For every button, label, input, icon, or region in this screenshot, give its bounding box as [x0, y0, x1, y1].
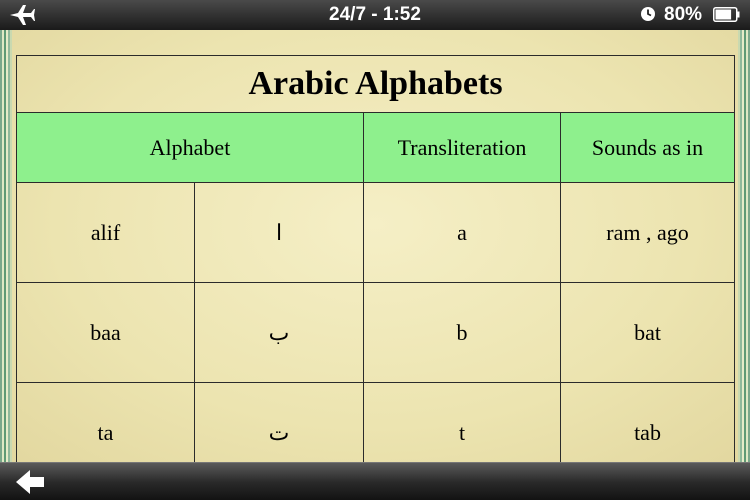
sounds-as-in-cell: tab [559, 382, 736, 462]
letter-name: ta [16, 382, 195, 462]
table-title: Arabic Alphabets [15, 55, 736, 113]
letter-name: baa [16, 282, 195, 383]
table-row: baa ب b bat [16, 282, 736, 383]
app-screen: 24/7 - 1:52 80% Arabic Alphabets Alphabe… [0, 0, 750, 500]
left-border-decoration [0, 30, 12, 462]
battery-icon [713, 7, 740, 22]
alarm-clock-icon [641, 7, 655, 21]
arabic-letter: ا [194, 182, 364, 283]
status-bar: 24/7 - 1:52 80% [0, 0, 750, 30]
letter-name: alif [16, 182, 195, 283]
table-row: alif ا a ram , ago [16, 182, 736, 283]
alphabet-table: Arabic Alphabets Alphabet Transliteratio… [15, 55, 736, 462]
title-row: Arabic Alphabets [15, 55, 736, 113]
header-row: Alphabet Transliteration Sounds as in [16, 112, 736, 183]
header-sounds-as-in: Sounds as in [559, 112, 736, 183]
sounds-as-in-cell: ram , ago [559, 182, 736, 283]
arabic-letter: ت [194, 382, 364, 462]
battery-percent: 80% [664, 4, 703, 25]
content-area[interactable]: Arabic Alphabets Alphabet Transliteratio… [0, 30, 750, 462]
sounds-as-in-cell: bat [559, 282, 736, 383]
right-border-decoration [738, 30, 750, 462]
transliteration-cell: a [363, 182, 561, 283]
status-clock: 24/7 - 1:52 [329, 4, 421, 25]
table-row: ta ت t tab [16, 382, 736, 462]
transliteration-cell: b [363, 282, 561, 383]
arabic-letter: ب [194, 282, 364, 383]
header-alphabet: Alphabet [16, 112, 364, 183]
bottom-toolbar [0, 462, 750, 500]
header-transliteration: Transliteration [363, 112, 561, 183]
back-arrow-icon[interactable] [10, 468, 50, 496]
transliteration-cell: t [363, 382, 561, 462]
